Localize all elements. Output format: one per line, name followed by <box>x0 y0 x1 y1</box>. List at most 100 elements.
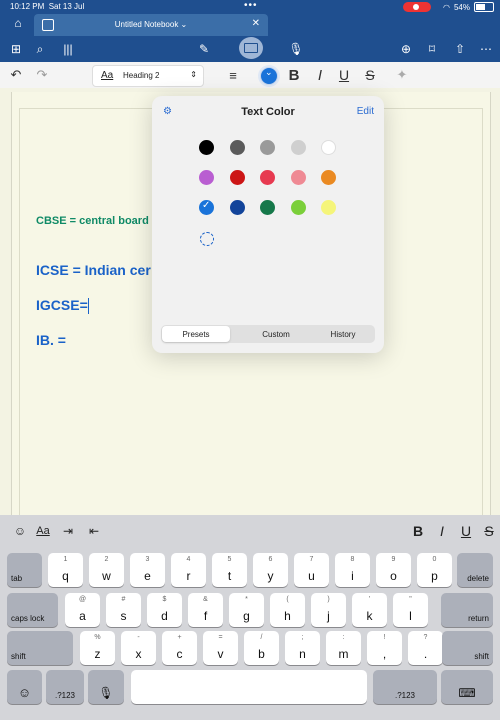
letter-key[interactable]: 5t <box>212 553 247 587</box>
letter-key[interactable]: # s <box>106 593 141 627</box>
color-swatch[interactable] <box>199 170 214 185</box>
color-swatch[interactable] <box>230 200 245 215</box>
text-format-button[interactable]: Aa <box>34 522 52 540</box>
color-swatch[interactable] <box>199 140 214 155</box>
numbers-key-left[interactable]: .?123 <box>46 670 84 704</box>
home-icon[interactable]: ⌂ <box>8 16 28 34</box>
share-icon[interactable]: ⇧ <box>450 40 470 58</box>
space-bar[interactable] <box>131 670 367 704</box>
color-swatch[interactable] <box>321 200 336 215</box>
color-swatch[interactable] <box>199 200 214 215</box>
letter-key[interactable]: 7u <box>294 553 329 587</box>
color-swatch[interactable] <box>230 170 245 185</box>
strikethrough-icon[interactable]: S <box>360 66 380 84</box>
letter-key[interactable]: * g <box>229 593 264 627</box>
status-bar: 10:12 PM Sat 13 Jul ••• ◠ 54% <box>0 0 500 14</box>
dictation-key[interactable]: 🎙︎ <box>88 670 124 704</box>
search-icon[interactable]: ⌕ <box>30 40 50 58</box>
letter-key[interactable]: :m <box>326 631 361 665</box>
emoji-key[interactable]: ☺ <box>7 670 42 704</box>
underline-icon[interactable]: U <box>334 66 354 84</box>
letter-key[interactable]: ) j <box>311 593 346 627</box>
add-custom-color-icon[interactable] <box>200 232 214 246</box>
battery-percent: 54% <box>453 2 470 12</box>
letter-key[interactable]: ; n <box>285 631 320 665</box>
align-icon[interactable]: ≡ <box>222 66 244 84</box>
undo-icon[interactable]: ↶ <box>6 66 26 84</box>
numbers-key-right[interactable]: .?123 <box>373 670 437 704</box>
letter-key[interactable]: 2w <box>89 553 124 587</box>
doc-line-cbse[interactable]: CBSE = central board <box>36 215 149 227</box>
color-swatch[interactable] <box>260 200 275 215</box>
sparkle-icon[interactable]: ✦ <box>392 66 412 84</box>
letter-key[interactable]: ?. <box>408 631 443 665</box>
letter-key[interactable]: 0p <box>417 553 452 587</box>
text-color-button[interactable] <box>260 67 278 85</box>
letter-key[interactable]: 6y <box>253 553 288 587</box>
audio-wave-icon[interactable]: ||| <box>58 40 78 58</box>
color-swatch[interactable] <box>260 170 275 185</box>
emoji-text-icon[interactable]: ☺ <box>10 522 30 540</box>
delete-key[interactable]: delete <box>457 553 493 587</box>
letter-key[interactable]: " l <box>393 593 428 627</box>
caps-lock-key[interactable]: caps lock <box>7 593 58 627</box>
bold-icon[interactable]: B <box>284 66 304 84</box>
redo-icon[interactable]: ↷ <box>32 66 52 84</box>
multitask-dots-icon[interactable]: ••• <box>244 0 258 11</box>
color-swatch[interactable] <box>291 200 306 215</box>
close-tab-icon[interactable]: ✕ <box>252 18 260 29</box>
keyboard-toggle-button[interactable] <box>239 37 263 59</box>
letter-key[interactable]: 4r <box>171 553 206 587</box>
grid-icon[interactable]: ⊞ <box>6 40 26 58</box>
paragraph-style-select[interactable]: Aa Heading 2 ⇕ <box>92 65 204 87</box>
shift-right-key[interactable]: shift <box>442 631 493 665</box>
kbd-italic-icon[interactable]: I <box>432 522 452 540</box>
indent-icon[interactable]: ⇥ <box>58 522 78 540</box>
color-swatch[interactable] <box>230 140 245 155</box>
shift-left-key[interactable]: shift <box>7 631 73 665</box>
edit-button[interactable]: Edit <box>357 106 374 117</box>
color-swatch[interactable] <box>291 140 306 155</box>
letter-key[interactable]: 8i <box>335 553 370 587</box>
letter-key[interactable]: (h <box>270 593 305 627</box>
outdent-icon[interactable]: ⇤ <box>84 522 104 540</box>
letter-key[interactable]: -x <box>121 631 156 665</box>
letter-key[interactable]: 1q <box>48 553 83 587</box>
letter-key[interactable]: + c <box>162 631 197 665</box>
bookmark-icon[interactable]: ⌑ <box>422 40 442 58</box>
letter-key[interactable]: ' k <box>352 593 387 627</box>
kbd-underline-icon[interactable]: U <box>456 522 476 540</box>
kbd-bold-icon[interactable]: B <box>408 522 428 540</box>
color-swatch[interactable] <box>260 140 275 155</box>
letter-key[interactable]: = v <box>203 631 238 665</box>
letter-key[interactable]: / b <box>244 631 279 665</box>
doc-line-ib[interactable]: IB. = <box>36 332 66 348</box>
letter-key[interactable]: $ d <box>147 593 182 627</box>
tab-untitled-notebook[interactable]: Untitled Notebook ⌄ ✕ <box>34 14 268 36</box>
hide-keyboard-key[interactable]: ⌨︎ <box>441 670 493 704</box>
color-swatch[interactable] <box>321 170 336 185</box>
letter-key[interactable]: & f <box>188 593 223 627</box>
kbd-strikethrough-icon[interactable]: S <box>480 522 498 540</box>
doc-line-igcse[interactable]: IGCSE= <box>36 297 89 315</box>
tab-key[interactable]: tab <box>7 553 42 587</box>
screen-recording-icon[interactable] <box>403 2 431 12</box>
doc-line-icse[interactable]: ICSE = Indian cer <box>36 262 151 278</box>
color-swatch[interactable] <box>291 170 306 185</box>
microphone-icon[interactable]: 🎙︎ <box>286 40 306 58</box>
italic-icon[interactable]: I <box>310 66 330 84</box>
letter-key[interactable]: 3e <box>130 553 165 587</box>
return-key[interactable]: return <box>441 593 493 627</box>
pen-icon[interactable]: ✎ <box>194 40 214 58</box>
color-swatch[interactable] <box>321 140 336 155</box>
letter-key[interactable]: !, <box>367 631 402 665</box>
more-icon[interactable]: ⋯ <box>476 40 496 58</box>
letter-key[interactable]: 9o <box>376 553 411 587</box>
letter-key[interactable]: % z <box>80 631 115 665</box>
tab-custom[interactable]: Custom <box>242 326 310 342</box>
add-page-icon[interactable]: ⊕ <box>396 40 416 58</box>
tab-history[interactable]: History <box>311 326 375 342</box>
letter-key[interactable]: @ a <box>65 593 100 627</box>
main-toolbar: ⊞ ⌕ ||| ✎ 🎙︎ ⊕ ⌑ ⇧ ⋯ <box>0 36 500 62</box>
tab-presets[interactable]: Presets <box>162 326 230 342</box>
